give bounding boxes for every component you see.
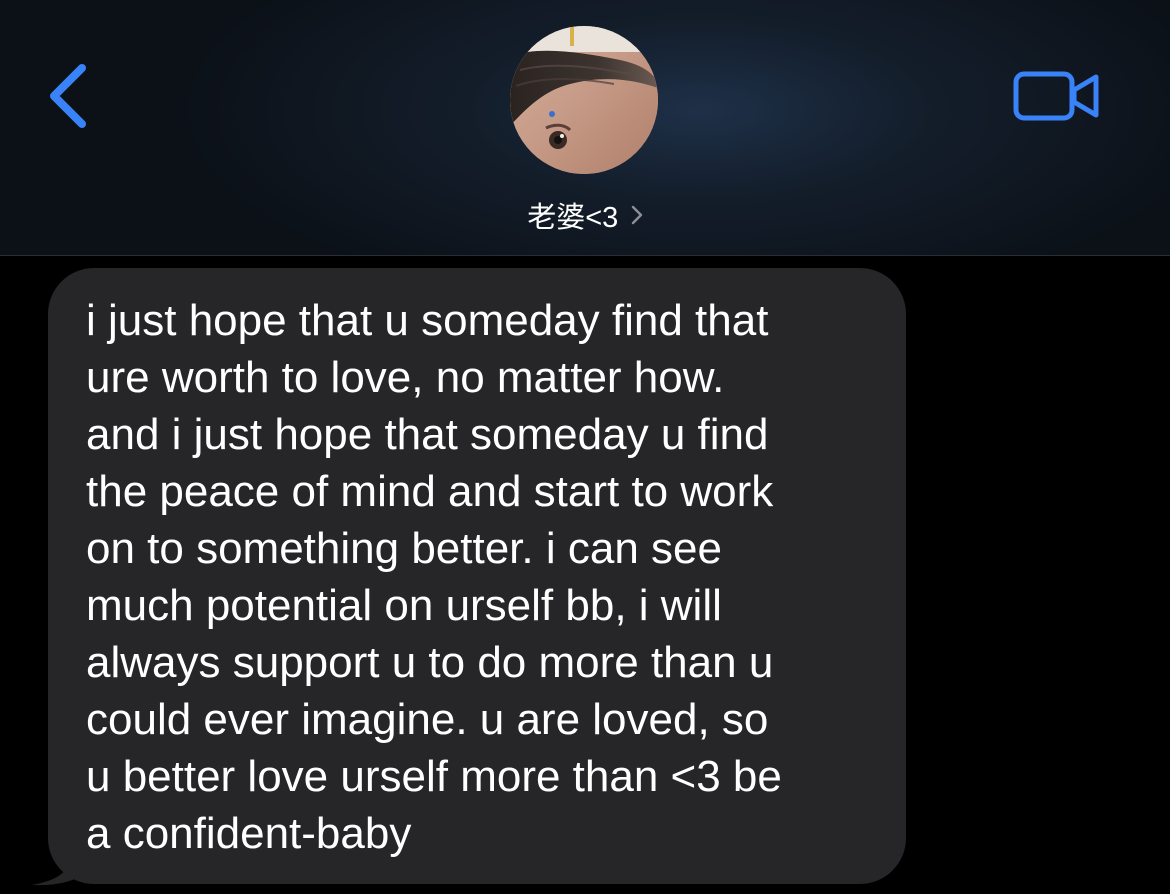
contact-name[interactable]: 老婆<3 bbox=[527, 202, 618, 234]
message-text: i just hope that u someday find that ure… bbox=[86, 296, 782, 858]
back-button[interactable] bbox=[40, 60, 100, 132]
message-bubble[interactable]: i just hope that u someday find that ure… bbox=[48, 268, 906, 884]
facetime-video-button[interactable] bbox=[1012, 66, 1104, 126]
avatar[interactable] bbox=[510, 26, 658, 174]
chevron-right-icon bbox=[631, 205, 643, 225]
video-camera-icon bbox=[1013, 71, 1099, 121]
contact-info-button[interactable]: 老婆<3 bbox=[460, 26, 710, 236]
chevron-left-icon bbox=[50, 64, 86, 128]
conversation-header: 老婆<3 bbox=[0, 0, 1170, 256]
